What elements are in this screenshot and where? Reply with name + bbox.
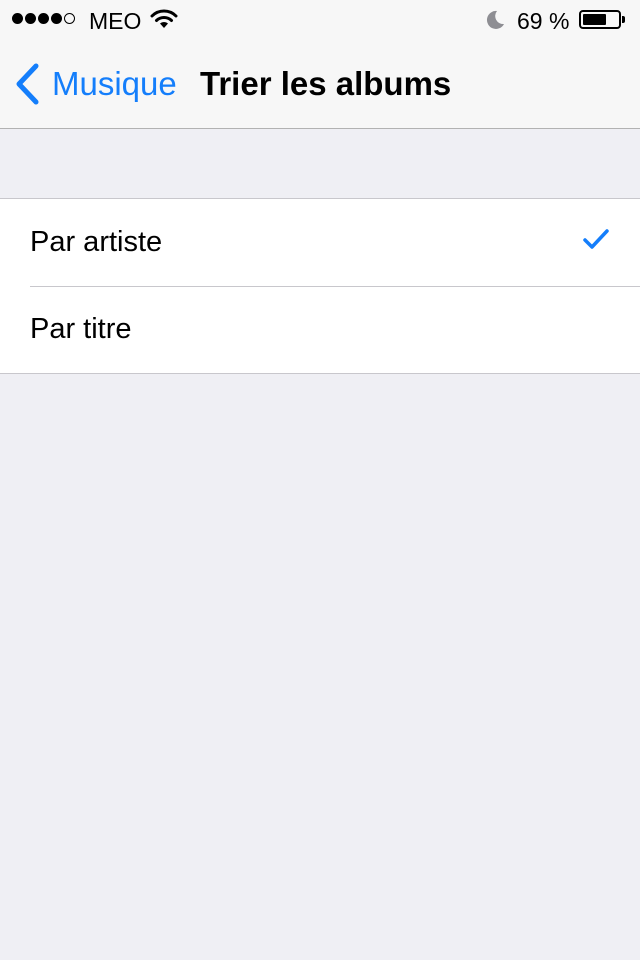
moon-icon xyxy=(486,10,504,29)
battery-tip xyxy=(622,16,625,23)
option-par-titre[interactable]: Par titre xyxy=(0,286,640,373)
signal-strength-icon xyxy=(12,13,75,24)
checkmark-icon xyxy=(583,229,609,249)
back-button-label: Musique xyxy=(52,65,177,102)
chevron-left-icon xyxy=(16,63,39,105)
navigation-bar: Musique Trier les albums xyxy=(0,40,640,129)
option-par-artiste[interactable]: Par artiste xyxy=(0,199,640,286)
page-title: Trier les albums xyxy=(200,65,452,102)
battery-icon xyxy=(579,10,621,29)
sort-options-list: Par artiste Par titre xyxy=(0,198,640,374)
wifi-icon xyxy=(150,9,178,28)
battery-percentage: 69 % xyxy=(517,8,570,34)
option-label: Par titre xyxy=(30,313,132,345)
carrier-label: MEO xyxy=(89,8,142,34)
option-label: Par artiste xyxy=(30,226,163,258)
status-bar: MEO 69 % xyxy=(0,0,640,40)
back-button[interactable]: Musique xyxy=(14,40,177,128)
